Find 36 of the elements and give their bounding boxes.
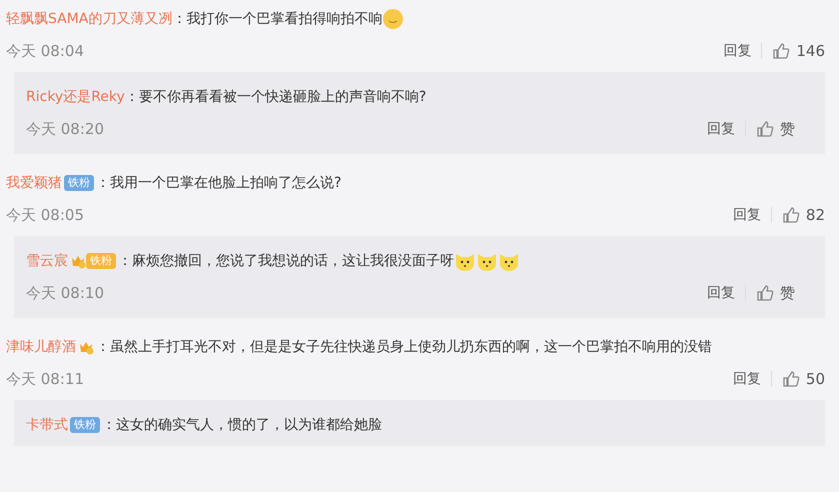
reply-link[interactable]: 回复 bbox=[707, 284, 735, 302]
thumbs-up-icon[interactable] bbox=[782, 206, 800, 224]
fan-badge: 铁粉 bbox=[64, 175, 94, 192]
username-link[interactable]: 我爱颖猪 bbox=[6, 175, 62, 191]
timestamp: 今天 08:10 bbox=[26, 284, 104, 302]
timestamp: 今天 08:05 bbox=[6, 206, 84, 224]
thumbs-up-icon[interactable] bbox=[782, 370, 800, 388]
thumbs-up-icon[interactable] bbox=[756, 284, 774, 302]
timestamp: 今天 08:11 bbox=[6, 370, 84, 388]
thumbs-up-icon[interactable] bbox=[772, 42, 790, 60]
comment-text: ：我打你一个巴掌看拍得响拍不响 bbox=[172, 11, 382, 27]
like-count: 50 bbox=[806, 370, 825, 388]
comment-text: ：虽然上手打耳光不对，但是是女子先往快递员身上使劲儿扔东西的啊，这一个巴掌拍不响用的没错 bbox=[96, 339, 712, 355]
username-link[interactable]: Ricky还是Reky bbox=[26, 89, 125, 105]
username-link[interactable]: 津味儿醇酒 bbox=[6, 339, 76, 355]
reply-link[interactable]: 回复 bbox=[707, 120, 735, 138]
thumbs-up-icon[interactable] bbox=[756, 120, 774, 138]
comment-text: ：我用一个巴掌在他脸上拍响了怎么说? bbox=[96, 175, 342, 191]
smiley-icon bbox=[382, 8, 404, 30]
like-count: 82 bbox=[806, 206, 825, 224]
reply-link[interactable]: 回复 bbox=[723, 42, 752, 60]
reply-link[interactable]: 回复 bbox=[732, 370, 761, 388]
fan-badge: 铁粉 bbox=[70, 417, 100, 434]
timestamp: 今天 08:20 bbox=[26, 120, 104, 138]
timestamp: 今天 08:04 bbox=[6, 42, 84, 60]
reply-link[interactable]: 回复 bbox=[732, 206, 761, 224]
like-count: 146 bbox=[796, 42, 825, 60]
comment-text: ：这女的确实气人，惯的了，以为谁都给她脸 bbox=[102, 417, 382, 433]
fan-badge: 铁粉 bbox=[86, 253, 116, 270]
comment-text: ：要不你再看看被一个快递砸脸上的声音响不响? bbox=[124, 89, 426, 105]
like-count: 赞 bbox=[780, 284, 795, 302]
username-link[interactable]: 轻飘飘SAMA的刀又薄又冽 bbox=[6, 11, 172, 27]
username-link[interactable]: 雪云宸 bbox=[26, 253, 68, 269]
username-link[interactable]: 卡带式 bbox=[26, 417, 68, 433]
comment-text: ：麻烦您撤回，您说了我想说的话，这让我很没面子呀 bbox=[118, 253, 454, 269]
like-count: 赞 bbox=[780, 120, 795, 138]
